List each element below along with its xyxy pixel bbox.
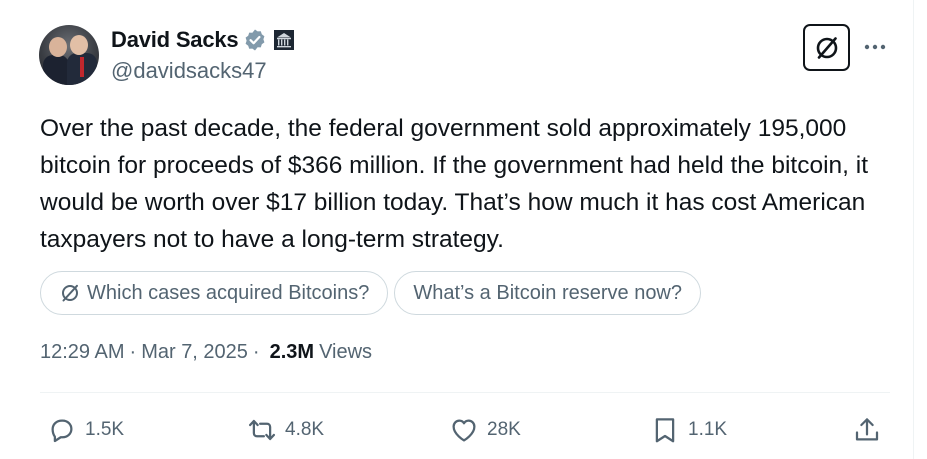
- like-button[interactable]: 28K: [449, 414, 521, 446]
- repost-count: 4.8K: [285, 419, 325, 440]
- like-count: 28K: [487, 419, 521, 440]
- suggestion-chip[interactable]: Which cases acquired Bitcoins?: [40, 271, 389, 315]
- suggestion-chip[interactable]: What’s a Bitcoin reserve now?: [394, 271, 702, 315]
- divider: [40, 392, 890, 393]
- share-button[interactable]: [852, 414, 890, 446]
- grok-icon: [816, 36, 837, 59]
- author-name-row: David Sacks: [111, 26, 295, 54]
- views-label: Views: [319, 341, 373, 363]
- bookmark-count: 1.1K: [688, 419, 728, 440]
- reply-icon: [51, 419, 73, 443]
- reply-button[interactable]: 1.5K: [47, 414, 124, 446]
- tweet-date[interactable]: Mar 7, 2025: [141, 341, 248, 364]
- views-count[interactable]: 2.3M: [270, 341, 314, 364]
- grok-icon: [62, 284, 78, 302]
- separator: ·: [129, 341, 137, 363]
- repost-icon: [249, 419, 275, 441]
- share-icon: [855, 418, 879, 441]
- suggestion-label: What’s a Bitcoin reserve now?: [413, 281, 683, 304]
- verified-badge-icon[interactable]: [243, 28, 267, 52]
- grok-button[interactable]: [803, 24, 850, 71]
- bookmark-icon: [655, 418, 675, 443]
- tweet-time[interactable]: 12:29 AM: [40, 341, 125, 364]
- tweet-card: David Sacks @davidsacks47 Over the past …: [0, 0, 914, 459]
- grok-suggestions: Which cases acquired Bitcoins? What’s a …: [40, 271, 707, 315]
- government-affiliation-icon[interactable]: [274, 30, 295, 50]
- tweet-text: Over the past decade, the federal govern…: [40, 115, 869, 253]
- more-icon[interactable]: [862, 34, 888, 60]
- avatar[interactable]: [39, 25, 99, 85]
- author-name[interactable]: David Sacks: [111, 27, 239, 53]
- suggestion-label: Which cases acquired Bitcoins?: [87, 281, 370, 304]
- separator: ·: [252, 341, 260, 363]
- bookmark-button[interactable]: 1.1K: [650, 414, 727, 446]
- author-handle[interactable]: @davidsacks47: [111, 58, 267, 84]
- tweet-meta: 12:29 AM · Mar 7, 2025 · 2.3M Views: [40, 341, 372, 364]
- repost-button[interactable]: 4.8K: [247, 414, 324, 446]
- reply-count: 1.5K: [85, 419, 125, 440]
- like-icon: [452, 419, 476, 442]
